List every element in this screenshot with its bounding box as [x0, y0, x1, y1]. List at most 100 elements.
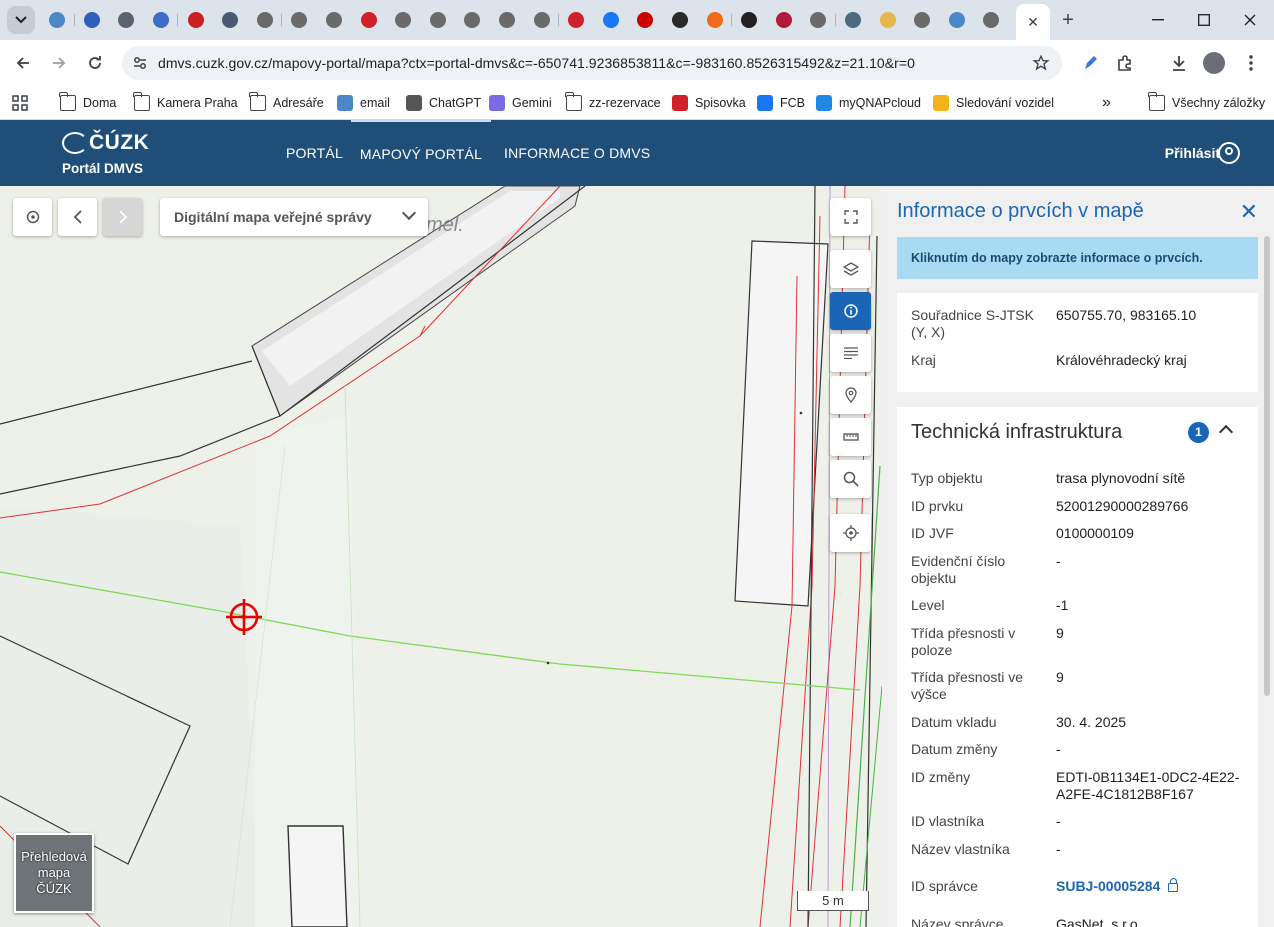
bookmark-label: email — [360, 96, 390, 110]
bookmark-item[interactable]: Gemini — [489, 93, 552, 113]
chatgpt-icon[interactable] — [386, 8, 421, 32]
geolocate-button[interactable] — [830, 514, 871, 552]
address-bar[interactable]: dmvs.cuzk.gov.cz/mapovy-portal/mapa?ctx=… — [122, 46, 1062, 80]
tab-search-button[interactable] — [7, 6, 35, 34]
nav-portal[interactable]: PORTÁL — [286, 120, 343, 186]
location-pin-button[interactable] — [830, 376, 871, 414]
map-forward-button[interactable] — [103, 198, 142, 236]
fullscreen-button[interactable] — [830, 198, 871, 236]
bookmark-item[interactable]: Doma — [59, 92, 116, 113]
profile-avatar[interactable] — [1203, 52, 1225, 74]
yellow-icon[interactable] — [870, 8, 905, 32]
attribute-key: Třída přesnosti ve výšce — [911, 669, 1024, 702]
attribute-key: Název vlastníka — [911, 841, 1010, 857]
chatgpt-icon[interactable] — [524, 8, 559, 32]
bookmark-item[interactable]: Adresáře — [249, 92, 324, 113]
chatgpt-icon[interactable] — [455, 8, 490, 32]
map-back-button[interactable] — [58, 198, 97, 236]
extension-pen-icon[interactable] — [1078, 51, 1102, 75]
drive-icon[interactable] — [939, 8, 974, 32]
chatgpt-icon[interactable] — [421, 8, 456, 32]
close-panel-icon[interactable]: ✕ — [1240, 201, 1258, 223]
attribute-value-text: 9 — [1056, 669, 1064, 685]
legend-button[interactable] — [830, 334, 871, 372]
extensions-puzzle-icon[interactable] — [1113, 51, 1137, 75]
doc-icon[interactable] — [75, 8, 110, 32]
t-icon[interactable] — [351, 8, 386, 32]
login-button[interactable]: Přihlásit — [1165, 120, 1220, 186]
overview-map-button[interactable]: Přehledová mapa ČÚZK — [14, 833, 94, 913]
all-bookmarks-button[interactable]: Všechny záložky — [1148, 92, 1265, 113]
vehicle-icon — [933, 95, 949, 111]
maximize-button[interactable] — [1181, 6, 1227, 34]
menu-kebab-icon[interactable] — [1239, 51, 1263, 75]
list-icon[interactable] — [663, 8, 698, 32]
chatgpt-icon[interactable] — [248, 8, 283, 32]
layer-select[interactable]: Digitální mapa veřejné správy — [160, 198, 428, 236]
tab-strip: ✕ + — [0, 0, 1274, 40]
forward-button[interactable] — [45, 49, 73, 77]
manager-id-link[interactable]: SUBJ-00005284 — [1056, 878, 1246, 895]
url-text[interactable]: dmvs.cuzk.gov.cz/mapovy-portal/mapa?ctx=… — [158, 55, 915, 71]
bookmark-item[interactable]: FCB — [757, 93, 805, 113]
feature-info-button[interactable] — [830, 292, 871, 330]
chevron-up-icon[interactable] — [1218, 424, 1234, 440]
panel-title: Informace o prvcích v mapě — [897, 200, 1144, 222]
download-icon[interactable] — [1167, 51, 1191, 75]
cnn-icon[interactable] — [628, 8, 663, 32]
globe-icon[interactable] — [109, 8, 144, 32]
facebook-icon[interactable] — [594, 8, 629, 32]
doc-icon[interactable] — [144, 8, 179, 32]
active-tab[interactable]: ✕ — [1016, 4, 1050, 40]
bookmark-item[interactable]: email — [337, 93, 390, 113]
scale-bar: 5 m — [797, 891, 869, 911]
drive-icon[interactable] — [40, 8, 75, 32]
bookmark-item[interactable]: ChatGPT — [406, 93, 481, 113]
reload-button[interactable] — [81, 49, 109, 77]
chatgpt-icon[interactable] — [974, 8, 1009, 32]
coords-key: Souřadnice S-JTSK (Y, X) — [911, 307, 1034, 340]
t-icon[interactable] — [559, 8, 594, 32]
layers-button[interactable] — [830, 250, 871, 288]
back-button[interactable] — [9, 49, 37, 77]
chatgpt-icon[interactable] — [801, 8, 836, 32]
bookmark-item[interactable]: myQNAPcloud — [816, 93, 921, 113]
bookmark-item[interactable]: Kamera Praha — [133, 92, 238, 113]
apps-grid-icon[interactable] — [12, 93, 28, 113]
map-home-button[interactable] — [13, 198, 52, 236]
panel-scrollbar[interactable] — [1264, 236, 1270, 696]
chatgpt-icon — [406, 95, 422, 111]
globe-icon[interactable] — [836, 8, 871, 32]
measure-button[interactable] — [830, 418, 871, 456]
globe-icon[interactable] — [213, 8, 248, 32]
chatgpt-icon[interactable] — [490, 8, 525, 32]
cnn-icon — [637, 12, 654, 28]
bookmarks-more-button[interactable]: » — [1102, 93, 1111, 113]
site-settings-icon[interactable] — [132, 55, 148, 71]
close-tab-icon[interactable]: ✕ — [1027, 14, 1039, 31]
minimize-button[interactable] — [1135, 6, 1181, 34]
chatgpt-icon[interactable] — [905, 8, 940, 32]
chatgpt-icon[interactable] — [317, 8, 352, 32]
chatgpt-icon[interactable] — [282, 8, 317, 32]
search-button[interactable] — [830, 460, 871, 498]
new-tab-button[interactable]: + — [1054, 8, 1082, 32]
close-window-button[interactable] — [1227, 6, 1273, 34]
map-canvas[interactable]: mel. Digitální mapa veřejné správy 5 m P… — [0, 186, 882, 927]
attribute-key: Typ objektu — [911, 470, 983, 486]
history-icon — [26, 210, 39, 224]
dark-icon[interactable] — [732, 8, 767, 32]
huawei-icon[interactable] — [178, 8, 213, 32]
bookmark-star-icon[interactable] — [1032, 54, 1050, 72]
nav-informace[interactable]: INFORMACE O DMVS — [504, 120, 650, 186]
bookmark-item[interactable]: Sledování vozidel — [933, 93, 1054, 113]
bookmark-item[interactable]: Spisovka — [672, 93, 746, 113]
user-icon[interactable] — [1218, 142, 1240, 164]
nav-mapovy-portal[interactable]: MAPOVÝ PORTÁL — [351, 120, 491, 186]
orange-icon[interactable] — [697, 8, 732, 32]
section-title[interactable]: Technická infrastruktura — [911, 421, 1122, 444]
cuzk-logo[interactable]: ČÚZK — [62, 131, 149, 155]
linkedin-icon[interactable] — [766, 8, 801, 32]
bookmark-item[interactable]: zz-rezervace — [565, 92, 661, 113]
bookmark-label: Sledování vozidel — [956, 96, 1054, 110]
